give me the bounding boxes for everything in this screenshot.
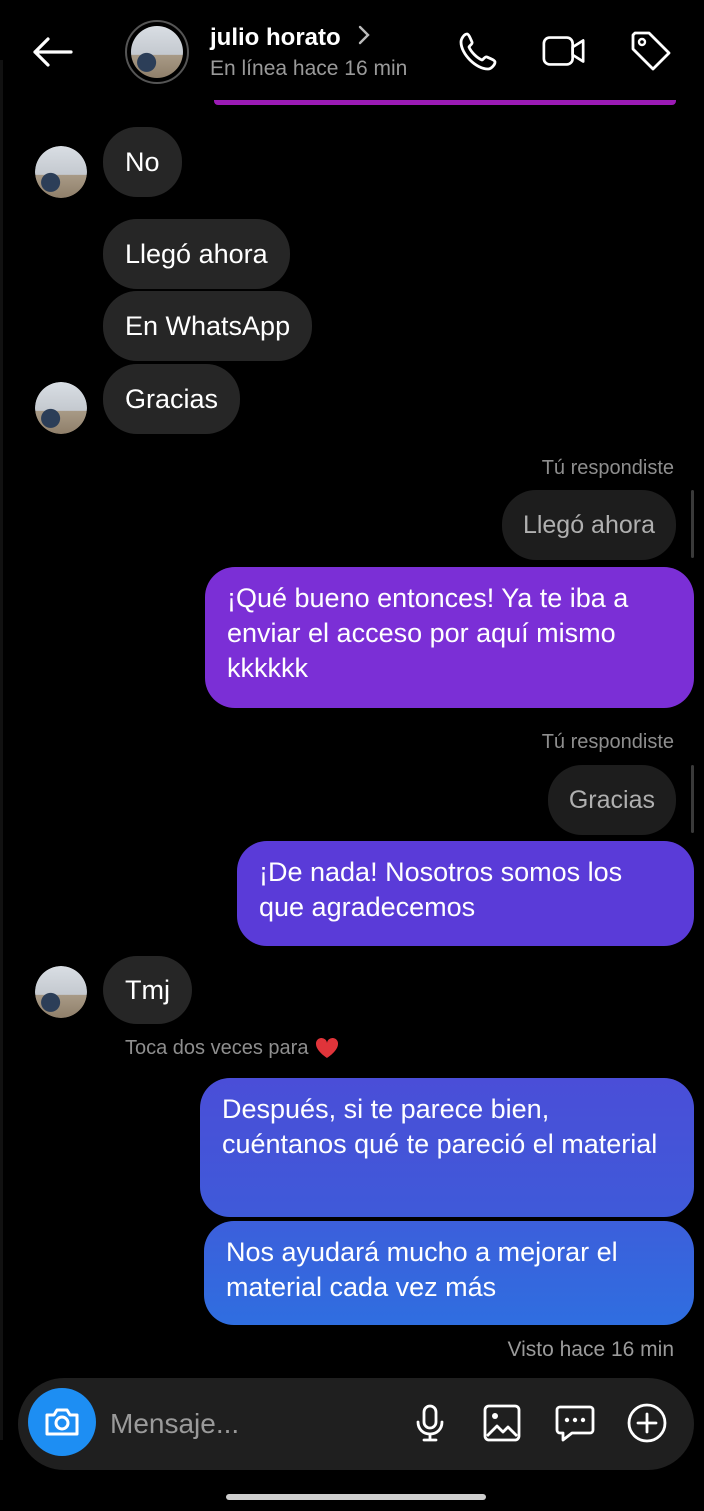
contact-status: En línea hace 16 min <box>210 57 408 80</box>
reply-quote[interactable]: Llegó ahora <box>501 490 676 560</box>
tag-icon <box>631 31 671 71</box>
outgoing-message[interactable]: Nos ayudará mucho a mejorar el material … <box>204 1221 694 1325</box>
sender-avatar[interactable] <box>35 146 87 198</box>
outgoing-message[interactable]: ¡De nada! Nosotros somos los que agradec… <box>237 841 694 946</box>
gallery-icon <box>483 1404 521 1442</box>
label-button[interactable] <box>628 28 674 74</box>
gallery-button[interactable] <box>479 1400 525 1446</box>
outgoing-message[interactable]: Después, si te parece bien, cuéntanos qu… <box>200 1078 694 1217</box>
contact-name[interactable]: julio horato <box>210 24 341 52</box>
sender-avatar[interactable] <box>35 966 87 1018</box>
incoming-message[interactable]: En WhatsApp <box>103 291 313 361</box>
reply-quote-bar <box>691 765 694 833</box>
more-button[interactable] <box>624 1400 670 1446</box>
reply-label: Tú respondiste <box>541 731 674 753</box>
contact-avatar[interactable] <box>125 20 189 84</box>
incoming-message[interactable]: Tmj <box>103 956 192 1024</box>
back-arrow-icon <box>33 37 73 67</box>
camera-button[interactable] <box>28 1388 96 1456</box>
voice-button[interactable] <box>407 1400 453 1446</box>
reply-quote-bar <box>691 490 694 558</box>
incoming-message[interactable]: Gracias <box>103 364 241 434</box>
incoming-message[interactable]: No <box>103 127 182 197</box>
double-tap-hint: Toca dos veces para <box>125 1036 340 1060</box>
sticker-icon <box>555 1405 595 1442</box>
avatar-image <box>131 26 183 78</box>
message-input[interactable] <box>110 1404 400 1444</box>
reply-quote[interactable]: Gracias <box>547 765 676 835</box>
call-button[interactable] <box>456 28 502 74</box>
video-icon <box>542 36 585 66</box>
camera-icon <box>45 1408 79 1436</box>
message-composer <box>18 1378 694 1470</box>
outgoing-message[interactable]: ¡Qué bueno entonces! Ya te iba a enviar … <box>205 567 694 708</box>
seen-status: Visto hace 16 min <box>507 1338 674 1361</box>
video-call-button[interactable] <box>541 28 587 74</box>
scroll-edge <box>0 60 3 1440</box>
heart-icon <box>316 1037 339 1058</box>
plus-icon <box>627 1403 667 1443</box>
home-indicator[interactable] <box>226 1494 486 1500</box>
sticker-button[interactable] <box>552 1400 598 1446</box>
reply-label: Tú respondiste <box>541 457 674 479</box>
chat-header: julio horato En línea hace 16 min <box>0 0 704 110</box>
sender-avatar[interactable] <box>35 382 87 434</box>
back-button[interactable] <box>28 30 76 74</box>
microphone-icon <box>416 1404 444 1442</box>
incoming-message[interactable]: Llegó ahora <box>103 219 290 289</box>
previous-message-edge <box>214 100 676 105</box>
phone-icon <box>459 32 497 71</box>
hint-text: Toca dos veces para <box>125 1036 309 1059</box>
chevron-right-icon[interactable] <box>357 24 371 52</box>
